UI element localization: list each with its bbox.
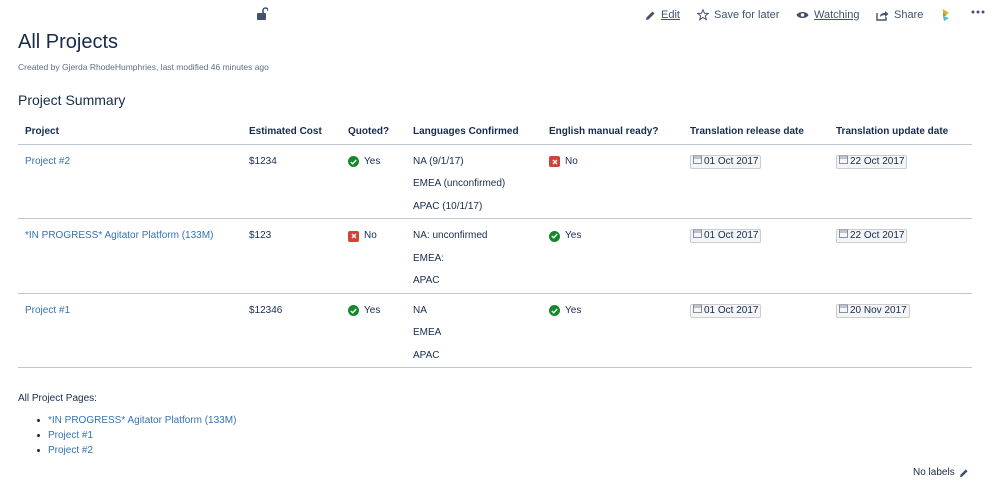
save-for-later-button[interactable]: Save for later [697, 9, 779, 21]
check-icon [549, 230, 560, 242]
status-text: No [565, 155, 578, 167]
calendar-icon [693, 229, 704, 243]
update-date: 22 Oct 2017 [836, 154, 908, 169]
page-link[interactable]: *IN PROGRESS* Agitator Platform (133M) [48, 415, 236, 426]
estimated-cost: $123 [242, 218, 341, 294]
calendar-icon [839, 304, 850, 318]
pencil-icon[interactable] [959, 468, 969, 478]
language-entry: APAC [413, 275, 440, 286]
column-header: English manual ready? [542, 120, 683, 145]
quoted-status: Yes [348, 151, 380, 174]
eye-icon [796, 12, 809, 18]
estimated-cost: $12346 [242, 293, 341, 368]
check-icon [549, 305, 560, 317]
manual-status: Yes [549, 300, 581, 323]
unlock-icon[interactable] [256, 7, 269, 20]
manual-status: No [549, 151, 578, 174]
watching-label: Watching [814, 9, 860, 21]
date-text: 22 Oct 2017 [850, 155, 905, 167]
table-row: Project #1 $12346 Yes NA EMEA APAC Yes 01 Oct 2… [18, 293, 972, 368]
date-text: 01 Oct 2017 [704, 155, 759, 167]
section-title: Project Summary [18, 92, 126, 108]
page-link[interactable]: Project #2 [48, 445, 93, 456]
calendar-icon [839, 155, 850, 169]
list-item[interactable]: Project #1 [36, 428, 236, 443]
column-header: Languages Confirmed [406, 120, 542, 145]
project-link[interactable]: Project #2 [25, 156, 70, 167]
status-text: No [364, 230, 377, 241]
page-byline: Created by Gjerda RhodeHumphries, last m… [18, 62, 269, 72]
table-header-row: Project Estimated Cost Quoted? Languages… [18, 120, 972, 145]
estimated-cost: $1234 [242, 144, 341, 219]
pencil-icon [646, 11, 655, 20]
column-header: Quoted? [341, 120, 406, 145]
language-entry: EMEA (unconfirmed) [413, 178, 506, 189]
more-options-button[interactable] [971, 10, 990, 14]
column-header: Project [18, 120, 242, 145]
list-item[interactable]: *IN PROGRESS* Agitator Platform (133M) [36, 413, 236, 428]
labels-section: No labels [913, 467, 969, 478]
share-icon [876, 10, 889, 21]
language-entry: EMEA: [413, 252, 445, 264]
page-link[interactable]: Project #1 [48, 430, 93, 441]
check-icon [348, 305, 359, 317]
column-header: Estimated Cost [242, 120, 341, 145]
edit-label: Edit [661, 9, 680, 21]
page-title: All Projects [18, 31, 119, 53]
ellipsis-icon [971, 10, 985, 14]
save-label: Save for later [714, 9, 780, 21]
language-entry: APAC [413, 349, 440, 361]
release-date: 01 Oct 2017 [690, 303, 762, 318]
date-text: 20 Nov 2017 [850, 304, 907, 316]
no-labels-text: No labels [913, 467, 955, 478]
star-icon [697, 9, 709, 21]
calendar-icon [693, 304, 704, 318]
table-row: *IN PROGRESS* Agitator Platform (133M) $1… [18, 218, 972, 294]
app-integration-button[interactable] [940, 8, 957, 22]
language-entry: APAC (10/1/17) [413, 200, 483, 212]
share-label: Share [894, 9, 924, 21]
date-text: 22 Oct 2017 [850, 230, 905, 241]
project-link[interactable]: Project #1 [25, 305, 70, 316]
share-button[interactable]: Share [876, 9, 923, 21]
update-date: 22 Oct 2017 [836, 229, 908, 243]
date-text: 01 Oct 2017 [704, 230, 759, 241]
calendar-icon [839, 229, 850, 243]
table-row: Project #2 $1234 Yes NA (9/1/17) EMEA (uncon… [18, 144, 972, 219]
date-text: 01 Oct 2017 [704, 304, 759, 316]
status-text: Yes [364, 304, 381, 316]
status-text: Yes [364, 155, 381, 167]
quoted-status: Yes [348, 300, 380, 323]
project-summary-table: Project Estimated Cost Quoted? Languages… [18, 120, 972, 368]
release-date: 01 Oct 2017 [690, 154, 762, 169]
quoted-status: No [348, 225, 377, 248]
update-date: 20 Nov 2017 [836, 303, 910, 318]
status-text: Yes [565, 304, 582, 316]
manual-status: Yes [549, 225, 581, 248]
column-header: Translation update date [829, 120, 972, 145]
language-entry: NA: unconfirmed [413, 230, 488, 241]
list-item[interactable]: Project #2 [36, 443, 236, 458]
cross-icon [549, 156, 560, 168]
project-pages-label: All Project Pages: [18, 393, 97, 404]
check-icon [348, 156, 359, 168]
edit-button[interactable]: Edit [645, 9, 680, 21]
release-date: 01 Oct 2017 [690, 229, 762, 243]
language-entry: EMEA [413, 327, 442, 338]
language-entry: NA (9/1/17) [413, 155, 464, 167]
watching-button[interactable]: Watching [796, 9, 859, 21]
column-header: Translation release date [683, 120, 829, 145]
project-pages-list: *IN PROGRESS* Agitator Platform (133M) P… [36, 413, 236, 458]
project-link[interactable]: *IN PROGRESS* Agitator Platform (133M) [25, 230, 213, 241]
calendar-icon [693, 155, 704, 169]
status-text: Yes [565, 230, 582, 241]
cross-icon [348, 230, 359, 242]
language-entry: NA [413, 304, 427, 316]
app-logo-icon [943, 9, 949, 21]
